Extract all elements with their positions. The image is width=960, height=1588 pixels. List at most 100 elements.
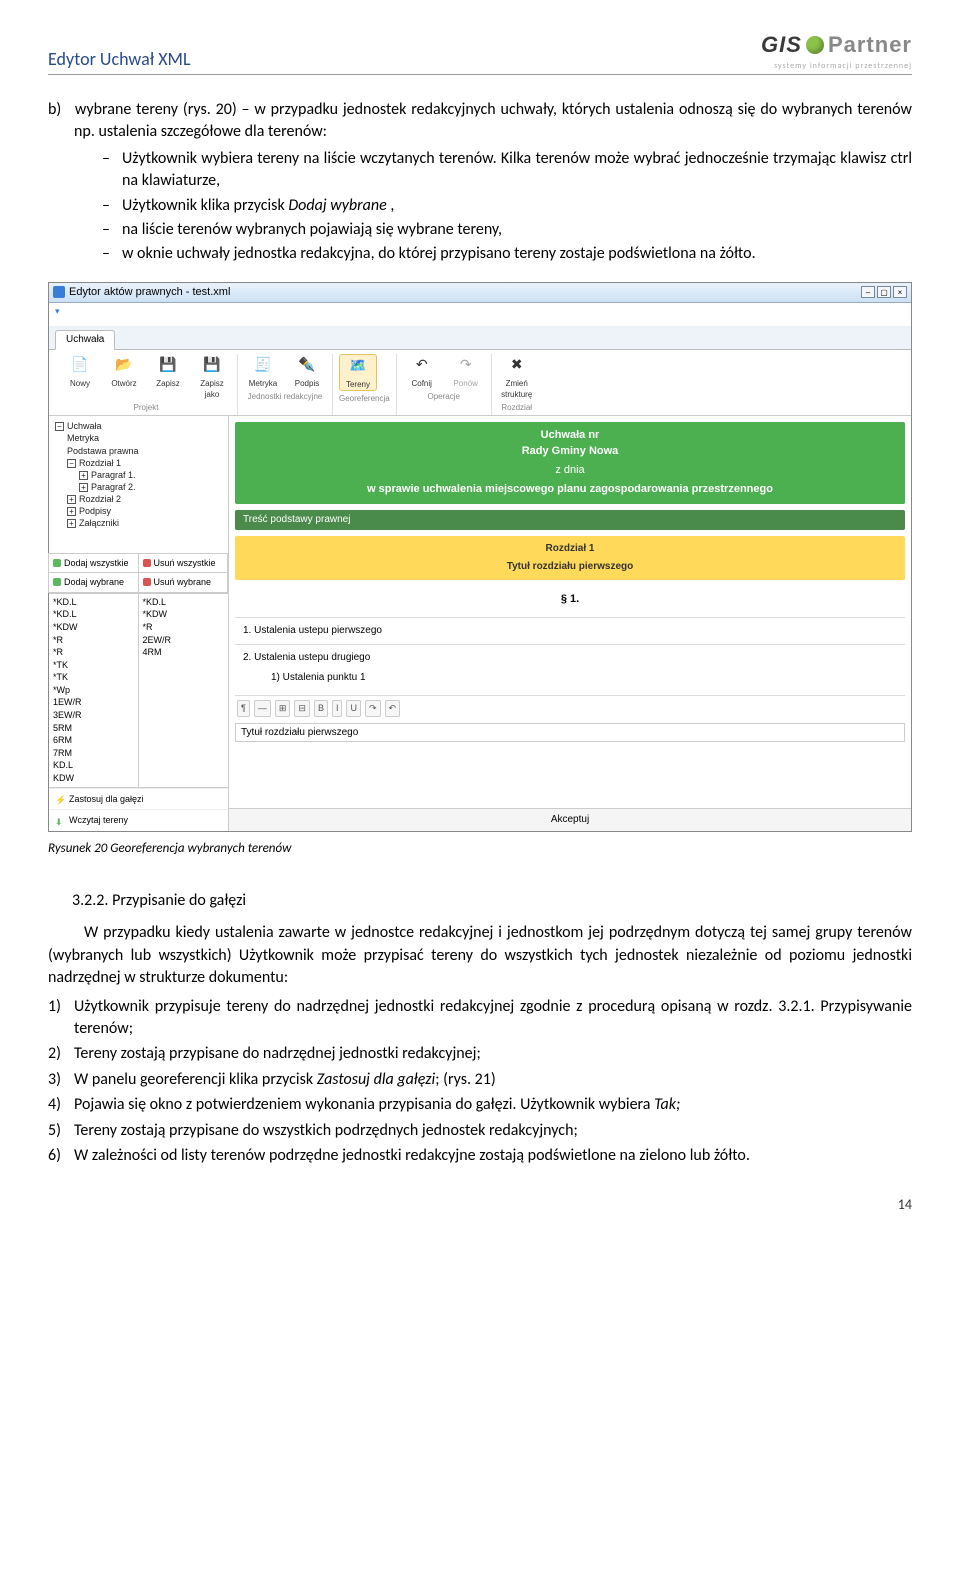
ribbon-button-label: Zmień strukturę <box>498 378 536 400</box>
square-icon <box>53 559 61 567</box>
step-text: W zależności od listy terenów podrzędne … <box>74 1146 750 1165</box>
window-maximize-button[interactable]: ▢ <box>877 286 891 298</box>
step-text: W panelu georeferencji klika przycisk Za… <box>74 1070 496 1089</box>
ribbon-metryka-button[interactable]: 🧾Metryka <box>244 354 282 389</box>
teren-action-button[interactable]: Usuń wybrane <box>138 572 229 593</box>
podpis-icon: ✒️ <box>296 354 318 376</box>
tab-uchwala[interactable]: Uchwała <box>55 330 115 350</box>
ribbon-open-button[interactable]: 📂Otwórz <box>105 354 143 400</box>
teren-item[interactable]: *KD.L <box>53 596 134 609</box>
ribbon-changestruct-button[interactable]: ✖Zmień strukturę <box>498 354 536 400</box>
tree-expand-icon[interactable]: − <box>55 422 64 431</box>
app-icon <box>53 286 65 298</box>
tree-node[interactable]: +Załączniki <box>55 517 222 529</box>
square-icon <box>53 578 61 586</box>
action-icon: ⚡ <box>55 794 65 804</box>
ribbon-new-button[interactable]: 📄Nowy <box>61 354 99 400</box>
editor-tool-button[interactable]: U <box>346 700 361 717</box>
tree-expand-icon[interactable]: + <box>67 507 76 516</box>
tree-expand-icon[interactable]: + <box>79 471 88 480</box>
ribbon-undo-button[interactable]: ↶Cofnij <box>403 354 441 389</box>
tree-expand-icon[interactable]: + <box>67 495 76 504</box>
window-title: Edytor aktów prawnych - test.xml <box>69 285 230 300</box>
content-row[interactable]: 1. Ustalenia ustepu pierwszego <box>235 617 905 644</box>
tree-expand-icon[interactable]: − <box>67 459 76 468</box>
metryka-icon: 🧾 <box>252 354 274 376</box>
teren-item[interactable]: 7RM <box>53 747 134 760</box>
dash-item: na liście terenów wybranych pojawiają si… <box>122 219 912 241</box>
ribbon-group: ✖Zmień strukturęRozdział <box>492 354 542 416</box>
content-row[interactable]: 2. Ustalenia ustepu drugiego1) Ustalenia… <box>235 644 905 691</box>
teren-item[interactable]: *KD.L <box>53 608 134 621</box>
tree-node[interactable]: +Rozdział 2 <box>55 493 222 505</box>
tree-node[interactable]: −Rozdział 1 <box>55 457 222 469</box>
saveas-icon: 💾 <box>201 354 223 376</box>
teren-action-button[interactable]: Usuń wszystkie <box>138 553 229 574</box>
ribbon-saveas-button[interactable]: 💾Zapisz jako <box>193 354 231 400</box>
button-label: Wczytaj tereny <box>69 814 128 827</box>
teren-item[interactable]: 1EW/R <box>53 696 134 709</box>
dash-list: Użytkownik wybiera tereny na liście wczy… <box>74 148 912 266</box>
teren-action-button[interactable]: Dodaj wybrane <box>48 572 139 593</box>
teren-list-selected[interactable]: *KD.L*KDW*R2EW/R4RM <box>139 594 229 787</box>
ribbon-redo-button[interactable]: ↷Ponów <box>447 354 485 389</box>
editor-tool-button[interactable]: ↷ <box>365 700 381 717</box>
window-close-button[interactable]: × <box>893 286 907 298</box>
teren-item[interactable]: 4RM <box>143 646 225 659</box>
step-number: 1) <box>48 996 61 1018</box>
teren-item[interactable]: *R <box>143 621 225 634</box>
ribbon-group: 🗺️TerenyGeoreferencja <box>333 354 397 416</box>
paragraph-intro: W przypadku kiedy ustalenia zawarte w je… <box>48 922 912 989</box>
editor-tool-button[interactable]: ↶ <box>385 700 401 717</box>
content-subrow[interactable]: 1) Ustalenia punktu 1 <box>243 671 897 685</box>
teren-item[interactable]: *R <box>53 646 134 659</box>
teren-item[interactable]: *Wp <box>53 684 134 697</box>
teren-item[interactable]: KDW <box>53 772 134 785</box>
tree-node[interactable]: +Paragraf 1. <box>55 469 222 481</box>
teren-item[interactable]: *KDW <box>53 621 134 634</box>
step-item: 2)Tereny zostają przypisane do nadrzędne… <box>74 1043 912 1065</box>
tree-node[interactable]: Podstawa prawna <box>55 445 222 457</box>
editor-tool-button[interactable]: ⊞ <box>275 700 291 717</box>
editor-tool-button[interactable]: ¶ <box>237 700 250 717</box>
teren-bottom-button[interactable]: ⬇Wczytaj tereny <box>49 809 228 831</box>
document-tree[interactable]: −UchwałaMetrykaPodstawa prawna−Rozdział … <box>49 416 228 533</box>
teren-item[interactable]: *R <box>53 634 134 647</box>
window-minimize-button[interactable]: – <box>861 286 875 298</box>
accept-button[interactable]: Akceptuj <box>229 808 911 831</box>
teren-list-available[interactable]: *KD.L*KD.L*KDW*R*R*TK*TK*Wp1EW/R3EW/R5RM… <box>49 594 139 787</box>
paragraph-symbol: § 1. <box>229 592 911 607</box>
teren-bottom-button[interactable]: ⚡Zastosuj dla gałęzi <box>49 788 228 810</box>
resolution-header: Uchwała nr Rady Gminy Nowa z dnia w spra… <box>235 422 905 504</box>
teren-item[interactable]: *TK <box>53 659 134 672</box>
teren-item[interactable]: KD.L <box>53 759 134 772</box>
teren-item[interactable]: *KD.L <box>143 596 225 609</box>
editor-tool-button[interactable]: I <box>332 700 343 717</box>
ribbon-group: 📄Nowy📂Otwórz💾Zapisz💾Zapisz jakoProjekt <box>55 354 238 416</box>
tree-node[interactable]: +Podpisy <box>55 505 222 517</box>
step-item: 6)W zależności od listy terenów podrzędn… <box>74 1145 912 1167</box>
teren-item[interactable]: *KDW <box>143 608 225 621</box>
teren-item[interactable]: *TK <box>53 671 134 684</box>
editor-tool-button[interactable]: ⊟ <box>294 700 310 717</box>
editor-tool-button[interactable]: — <box>254 700 271 717</box>
logo: GIS Partner systemy informacji przestrze… <box>761 30 912 72</box>
teren-action-button[interactable]: Dodaj wszystkie <box>48 553 139 574</box>
editor-input-wrapper <box>235 723 905 742</box>
ribbon-group-label: Jednostki redakcyjne <box>244 391 326 402</box>
tree-node[interactable]: +Paragraf 2. <box>55 481 222 493</box>
tree-node[interactable]: −Uchwała <box>55 420 222 432</box>
ribbon-save-button[interactable]: 💾Zapisz <box>149 354 187 400</box>
tree-expand-icon[interactable]: + <box>67 519 76 528</box>
step-number: 4) <box>48 1094 61 1116</box>
ribbon-tereny-button[interactable]: 🗺️Tereny <box>339 354 377 391</box>
chapter-title-input[interactable] <box>235 723 905 742</box>
ribbon-podpis-button[interactable]: ✒️Podpis <box>288 354 326 389</box>
editor-tool-button[interactable]: B <box>314 700 328 717</box>
teren-item[interactable]: 6RM <box>53 734 134 747</box>
tree-expand-icon[interactable]: + <box>79 483 88 492</box>
teren-item[interactable]: 2EW/R <box>143 634 225 647</box>
teren-item[interactable]: 5RM <box>53 722 134 735</box>
tree-node[interactable]: Metryka <box>55 432 222 444</box>
teren-item[interactable]: 3EW/R <box>53 709 134 722</box>
